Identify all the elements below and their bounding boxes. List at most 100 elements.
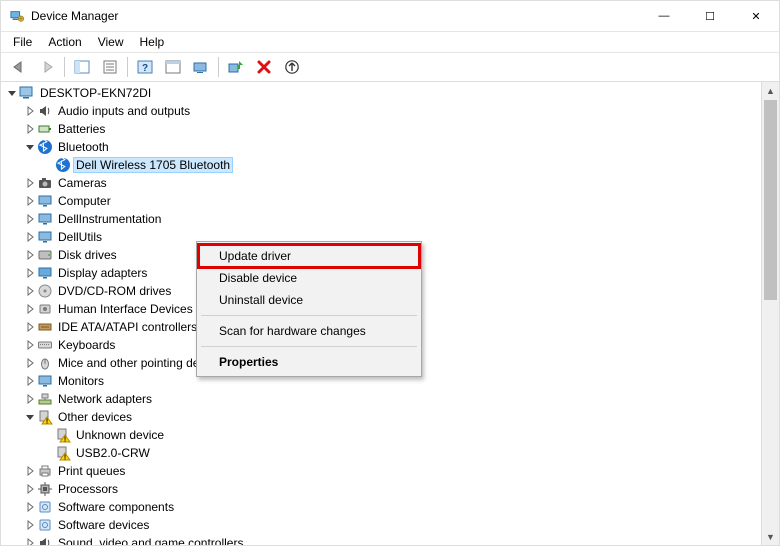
svg-text:?: ?	[142, 63, 148, 74]
expand-expander-icon[interactable]	[23, 500, 37, 514]
content-area: DESKTOP-EKN72DI Audio inputs and outputs B…	[1, 82, 779, 545]
svg-text:!: !	[46, 419, 48, 426]
tree-category[interactable]: Software components	[1, 498, 761, 516]
battery-icon	[37, 121, 53, 137]
tree-spacer	[41, 446, 55, 460]
help-button[interactable]: ?	[132, 54, 158, 80]
tree-category[interactable]: Computer	[1, 192, 761, 210]
context-menu-item[interactable]: Properties	[199, 351, 419, 373]
expand-expander-icon[interactable]	[23, 266, 37, 280]
toolbar-separator	[127, 57, 128, 77]
close-button[interactable]: ✕	[733, 1, 779, 31]
tree-category[interactable]: DellInstrumentation	[1, 210, 761, 228]
show-hidden-devices-button[interactable]	[160, 54, 186, 80]
svg-text:!: !	[64, 437, 66, 444]
update-driver-button[interactable]	[279, 54, 305, 80]
tree-category[interactable]: !Other devices	[1, 408, 761, 426]
tree-category[interactable]: Network adapters	[1, 390, 761, 408]
context-menu-separator	[201, 346, 417, 347]
vertical-scrollbar[interactable]: ▲ ▼	[761, 82, 779, 545]
collapse-expander-icon[interactable]	[5, 86, 19, 100]
expand-expander-icon[interactable]	[23, 464, 37, 478]
collapse-expander-icon[interactable]	[23, 410, 37, 424]
computer-root-icon	[19, 85, 35, 101]
show-hide-tree-button[interactable]	[69, 54, 95, 80]
tree-node-label: Processors	[56, 482, 120, 496]
expand-expander-icon[interactable]	[23, 374, 37, 388]
scrollbar-thumb[interactable]	[764, 100, 777, 300]
collapse-expander-icon[interactable]	[23, 140, 37, 154]
tree-category[interactable]: Print queues	[1, 462, 761, 480]
scrollbar-up-button[interactable]: ▲	[762, 82, 779, 99]
tree-node-label: Network adapters	[56, 392, 154, 406]
expand-expander-icon[interactable]	[23, 536, 37, 545]
disk-icon	[37, 247, 53, 263]
tree-category[interactable]: Processors	[1, 480, 761, 498]
context-menu: Update driverDisable deviceUninstall dev…	[196, 241, 422, 377]
software-icon	[37, 517, 53, 533]
devices-view-button[interactable]	[188, 54, 214, 80]
speaker-icon	[37, 103, 53, 119]
tree-category[interactable]: Bluetooth	[1, 138, 761, 156]
scrollbar-down-button[interactable]: ▼	[762, 528, 779, 545]
warning-device-icon: !	[55, 427, 71, 443]
minimize-button[interactable]: —	[641, 1, 687, 31]
tree-category[interactable]: Software devices	[1, 516, 761, 534]
menu-bar: File Action View Help	[1, 32, 779, 53]
menu-file[interactable]: File	[5, 34, 40, 50]
tree-node-label: Unknown device	[74, 428, 166, 442]
ide-icon	[37, 319, 53, 335]
tree-device[interactable]: !USB2.0-CRW	[1, 444, 761, 462]
tree-category[interactable]: Sound, video and game controllers	[1, 534, 761, 545]
context-menu-item[interactable]: Scan for hardware changes	[199, 320, 419, 342]
expand-expander-icon[interactable]	[23, 212, 37, 226]
keyboard-icon	[37, 337, 53, 353]
tree-category[interactable]: Batteries	[1, 120, 761, 138]
expand-expander-icon[interactable]	[23, 230, 37, 244]
forward-button[interactable]	[34, 54, 60, 80]
tree-device[interactable]: ! Unknown device	[1, 426, 761, 444]
context-menu-item[interactable]: Uninstall device	[199, 289, 419, 311]
toolbar-separator	[64, 57, 65, 77]
speaker-icon	[37, 535, 53, 545]
expand-expander-icon[interactable]	[23, 482, 37, 496]
tree-category[interactable]: Cameras	[1, 174, 761, 192]
expand-expander-icon[interactable]	[23, 122, 37, 136]
back-button[interactable]	[6, 54, 32, 80]
tree-node-label: DellInstrumentation	[56, 212, 163, 226]
menu-view[interactable]: View	[90, 34, 132, 50]
tree-spacer	[41, 158, 55, 172]
properties-button[interactable]	[97, 54, 123, 80]
expand-expander-icon[interactable]	[23, 518, 37, 532]
menu-help[interactable]: Help	[132, 34, 173, 50]
svg-text:!: !	[64, 455, 66, 462]
context-menu-item[interactable]: Disable device	[199, 267, 419, 289]
expand-expander-icon[interactable]	[23, 104, 37, 118]
tree-category[interactable]: Audio inputs and outputs	[1, 102, 761, 120]
tree-node-label: Cameras	[56, 176, 109, 190]
expand-expander-icon[interactable]	[23, 338, 37, 352]
context-menu-item[interactable]: Update driver	[199, 245, 419, 267]
maximize-button[interactable]: ☐	[687, 1, 733, 31]
title-bar: Device Manager — ☐ ✕	[1, 1, 779, 32]
toolbar-separator	[218, 57, 219, 77]
camera-icon	[37, 175, 53, 191]
window-title: Device Manager	[31, 9, 641, 23]
scan-hardware-button[interactable]	[223, 54, 249, 80]
tree-node-label: Audio inputs and outputs	[56, 104, 192, 118]
expand-expander-icon[interactable]	[23, 320, 37, 334]
tree-node-label: Display adapters	[56, 266, 149, 280]
remove-device-button[interactable]	[251, 54, 277, 80]
tree-device[interactable]: Dell Wireless 1705 Bluetooth	[1, 156, 761, 174]
expand-expander-icon[interactable]	[23, 248, 37, 262]
expand-expander-icon[interactable]	[23, 302, 37, 316]
menu-action[interactable]: Action	[40, 34, 89, 50]
expand-expander-icon[interactable]	[23, 356, 37, 370]
expand-expander-icon[interactable]	[23, 392, 37, 406]
tree-root[interactable]: DESKTOP-EKN72DI	[1, 84, 761, 102]
tree-node-label: Software components	[56, 500, 176, 514]
expand-expander-icon[interactable]	[23, 176, 37, 190]
hid-icon	[37, 301, 53, 317]
expand-expander-icon[interactable]	[23, 194, 37, 208]
expand-expander-icon[interactable]	[23, 284, 37, 298]
